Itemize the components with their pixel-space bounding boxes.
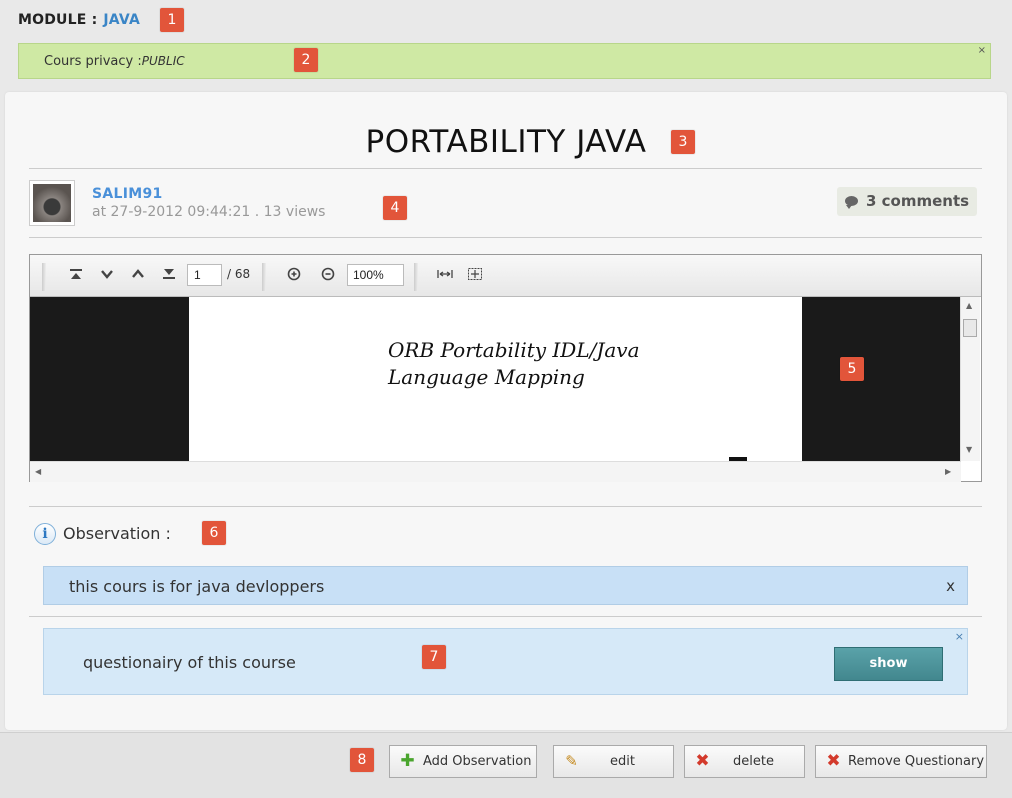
author-link[interactable]: SALIM91 [92,186,163,202]
avatar-image [33,184,71,222]
close-icon[interactable]: x [946,577,955,595]
badge-8: 8 [350,748,374,772]
document-heading: ORB Portability IDL/Java Language Mappin… [388,337,640,391]
horizontal-scrollbar[interactable]: ◀ ▶ [30,461,961,482]
toolbar-separator [42,263,46,291]
privacy-text: Cours privacy :PUBLIC [44,54,185,69]
plus-icon: ✚ [400,751,415,771]
questionary-box: questionairy of this course × show [43,628,968,695]
fit-page-icon[interactable] [467,267,483,285]
remove-questionary-button[interactable]: ✖ Remove Questionary [815,745,987,778]
divider [29,506,982,507]
zoom-out-icon[interactable] [321,267,335,285]
close-icon[interactable]: × [955,630,964,643]
fit-width-icon[interactable] [437,267,453,285]
delete-button[interactable]: ✖ delete [684,745,805,778]
delete-icon: ✖ [826,751,841,771]
comment-icon [845,196,858,209]
page-title: PORTABILITY JAVA [365,124,647,160]
scroll-up-icon[interactable]: ▲ [966,301,972,310]
info-icon: i [34,523,56,545]
module-label: MODULE : [18,12,98,28]
zoom-level-input[interactable] [347,264,404,286]
module-link[interactable]: JAVA [103,12,140,28]
edit-label: edit [610,754,635,769]
badge-3: 3 [671,130,695,154]
observation-label: Observation : [63,524,171,543]
badge-5: 5 [840,357,864,381]
document-canvas[interactable]: ORB Portability IDL/Java Language Mappin… [30,297,960,461]
badge-7: 7 [422,645,446,669]
divider [29,168,982,169]
badge-2: 2 [294,48,318,72]
privacy-value: PUBLIC [141,54,185,68]
page-number-input[interactable] [187,264,222,286]
zoom-in-icon[interactable] [287,267,301,285]
avatar[interactable] [29,180,75,226]
first-page-icon[interactable] [69,267,83,285]
privacy-label: Cours privacy : [44,54,142,69]
page-total: / 68 [227,267,251,281]
observation-text: this cours is for java devloppers [69,577,325,596]
add-observation-button[interactable]: ✚ Add Observation [389,745,537,778]
delete-label: delete [733,754,774,769]
scroll-thumb[interactable] [963,319,977,337]
comments-button[interactable]: 3 comments [837,187,977,216]
add-observation-label: Add Observation [423,754,532,769]
document-heading-line: Language Mapping [388,365,585,389]
divider [29,237,982,238]
vertical-scrollbar[interactable]: ▲ ▼ [960,297,980,461]
post-meta: at 27-9-2012 09:44:21 . 13 views [92,204,326,220]
last-page-icon[interactable] [162,267,176,285]
document-heading-line: ORB Portability IDL/Java [388,338,640,362]
remove-questionary-label: Remove Questionary [848,754,985,769]
scroll-down-icon[interactable]: ▼ [966,445,972,454]
toolbar-separator [414,263,418,291]
pencil-icon: ✎ [565,752,578,770]
badge-6: 6 [202,521,226,545]
next-page-icon[interactable] [100,267,114,285]
delete-icon: ✖ [695,751,710,771]
previous-page-icon[interactable] [131,267,145,285]
badge-1: 1 [160,8,184,32]
document-page: ORB Portability IDL/Java Language Mappin… [189,297,802,461]
viewer-toolbar: / 68 [30,255,981,297]
module-header: MODULE : JAVA [18,12,140,28]
edit-button[interactable]: ✎ edit [553,745,674,778]
comments-count: 3 comments [866,192,970,210]
privacy-alert: Cours privacy :PUBLIC × [18,43,991,79]
questionary-text: questionairy of this course [83,653,296,672]
toolbar-separator [262,263,266,291]
scroll-right-icon[interactable]: ▶ [945,467,951,476]
scroll-left-icon[interactable]: ◀ [35,467,41,476]
badge-4: 4 [383,196,407,220]
close-icon[interactable]: × [978,45,986,56]
divider [29,616,982,617]
observation-item: this cours is for java devloppers x [43,566,968,605]
show-button[interactable]: show [834,647,943,681]
